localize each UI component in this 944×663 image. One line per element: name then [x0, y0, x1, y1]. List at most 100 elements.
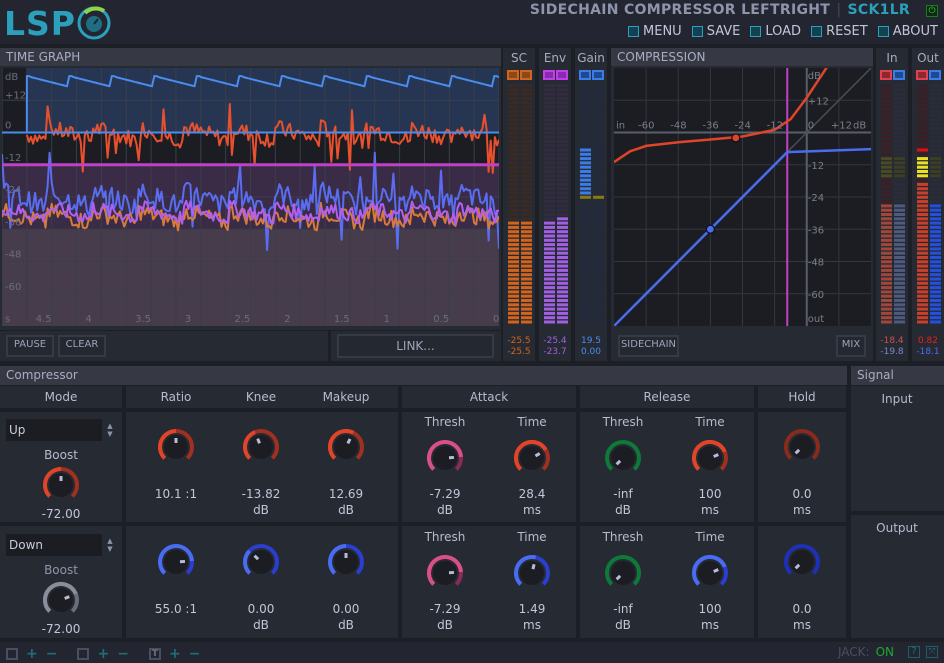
meter-segment	[544, 195, 555, 199]
knee-knob-up-value: -13.82 dB	[221, 486, 301, 518]
meter-segment	[917, 195, 928, 199]
meter-segment	[557, 195, 568, 199]
meter-segment	[894, 135, 905, 139]
compression-graph[interactable]: in -60 -48 -36 -24 -12 0 +12 dBdB+12-12-24-36-48…	[614, 68, 871, 326]
meter-segment	[580, 247, 591, 251]
meter-segment	[580, 127, 591, 130]
knee-knob-down[interactable]	[242, 543, 280, 581]
meter-segment	[894, 182, 905, 186]
meter-segment	[917, 157, 928, 161]
save-button[interactable]: SAVE	[691, 24, 740, 39]
attack-time-knob-up[interactable]	[513, 439, 551, 477]
about-button[interactable]: ABOUT	[877, 24, 938, 39]
sc-value-left: -25.5	[507, 336, 531, 346]
attack-thresh-knob-down[interactable]	[426, 554, 464, 592]
time-graph[interactable]: dB +12 0 -12 -24 -36 -48 -60 s 4.5 4 3.5 3 2.5 2 1.5 1 0.…	[2, 68, 499, 326]
meter-segment	[930, 230, 941, 234]
attack-time-knob-down[interactable]	[513, 554, 551, 592]
meter-segment	[930, 195, 941, 199]
ui-zoom-out-icon[interactable]: −	[117, 646, 129, 662]
input-gain-label: Input	[881, 392, 913, 406]
meter-segment	[508, 105, 519, 109]
value-text: 0.0	[792, 602, 812, 616]
meter-segment	[544, 174, 555, 178]
menu-button[interactable]: MENU	[628, 24, 682, 39]
clear-button[interactable]: CLEAR	[58, 335, 106, 357]
meter-segment	[557, 273, 568, 277]
meter-segment	[544, 303, 555, 307]
font-scale-icon[interactable]: T	[148, 648, 161, 660]
zoom-out-icon[interactable]: −	[46, 646, 58, 662]
knee-knob-up[interactable]	[242, 428, 280, 466]
release-thresh-knob-up[interactable]	[604, 439, 642, 477]
channel-select-chip	[543, 70, 555, 80]
ui-scale-icon[interactable]	[77, 648, 90, 660]
mix-button[interactable]: MIX	[836, 335, 866, 357]
meter-segment	[894, 221, 905, 225]
meter-segment	[894, 204, 905, 208]
reset-button[interactable]: RESET	[811, 24, 868, 39]
makeup-knob-down[interactable]	[327, 543, 365, 581]
help-icon[interactable]: ?	[908, 646, 920, 658]
mode-divider	[0, 522, 122, 526]
meter-segment	[917, 170, 928, 173]
release-time-knob-down[interactable]	[691, 554, 729, 592]
zoom-in-icon[interactable]: +	[26, 646, 38, 662]
y-axis-label: dB	[5, 72, 18, 83]
sidechain-button[interactable]: SIDECHAIN	[618, 335, 679, 357]
meter-segment	[544, 234, 555, 238]
meter-segment	[894, 213, 905, 216]
meter-segment	[930, 101, 941, 105]
y-axis-label: +12	[5, 90, 26, 101]
logo-text: LSP	[4, 3, 76, 43]
makeup-knob-up[interactable]	[327, 428, 365, 466]
channel-select-chip	[579, 70, 591, 80]
meter-segment	[508, 161, 519, 165]
release-thresh-knob-down[interactable]	[604, 554, 642, 592]
load-button[interactable]: LOAD	[750, 24, 801, 39]
attack-thresh-knob-up[interactable]	[426, 439, 464, 477]
meter-segment	[580, 182, 591, 186]
boost-knob-up[interactable]	[42, 466, 80, 504]
boost-knob-down[interactable]	[42, 581, 80, 619]
meter-segment	[881, 105, 892, 109]
meter-segment	[593, 96, 604, 100]
meter-segment	[593, 268, 604, 272]
meter-segment	[593, 195, 604, 199]
meter-segment	[881, 92, 892, 96]
window-scale-icon[interactable]	[6, 648, 18, 660]
ratio-knob-up[interactable]	[157, 428, 195, 466]
ui-zoom-in-icon[interactable]: +	[97, 646, 109, 662]
meter-segment	[521, 217, 532, 221]
meter-segment	[881, 165, 892, 169]
meter-segment	[580, 170, 591, 173]
meter-segment	[557, 281, 568, 285]
link-button[interactable]: LINK...	[337, 334, 494, 358]
meter-segment	[917, 96, 928, 100]
fullscreen-icon[interactable]: ⤧	[926, 646, 938, 658]
ratio-knob-down[interactable]	[157, 543, 195, 581]
meter-segment	[930, 303, 941, 307]
meter-segment	[521, 105, 532, 109]
power-button[interactable]: ⏻	[926, 5, 938, 17]
meter-segment	[544, 294, 555, 298]
font-zoom-in-icon[interactable]: +	[169, 646, 181, 662]
pause-button[interactable]: PAUSE	[6, 335, 54, 357]
meter-segment	[521, 264, 532, 268]
meter-segment	[508, 243, 519, 247]
meter-segment	[881, 204, 892, 208]
meter-segment	[894, 234, 905, 238]
release-time-knob-up[interactable]	[691, 439, 729, 477]
font-zoom-out-icon[interactable]: −	[189, 646, 201, 662]
meter-segment	[881, 127, 892, 130]
hold-knob-up[interactable]	[783, 428, 821, 466]
release-thresh-label-up: Thresh	[602, 415, 644, 429]
meter-segment	[593, 92, 604, 96]
mode-select-up[interactable]: Up ▲ ▼	[6, 419, 118, 441]
env-meter-title: Env	[543, 51, 567, 65]
meter-segment	[930, 187, 941, 191]
meter-segment	[521, 157, 532, 161]
hold-knob-down[interactable]	[783, 543, 821, 581]
mode-select-down[interactable]: Down ▲ ▼	[6, 534, 118, 556]
time-graph-title: TIME GRAPH	[0, 48, 501, 66]
